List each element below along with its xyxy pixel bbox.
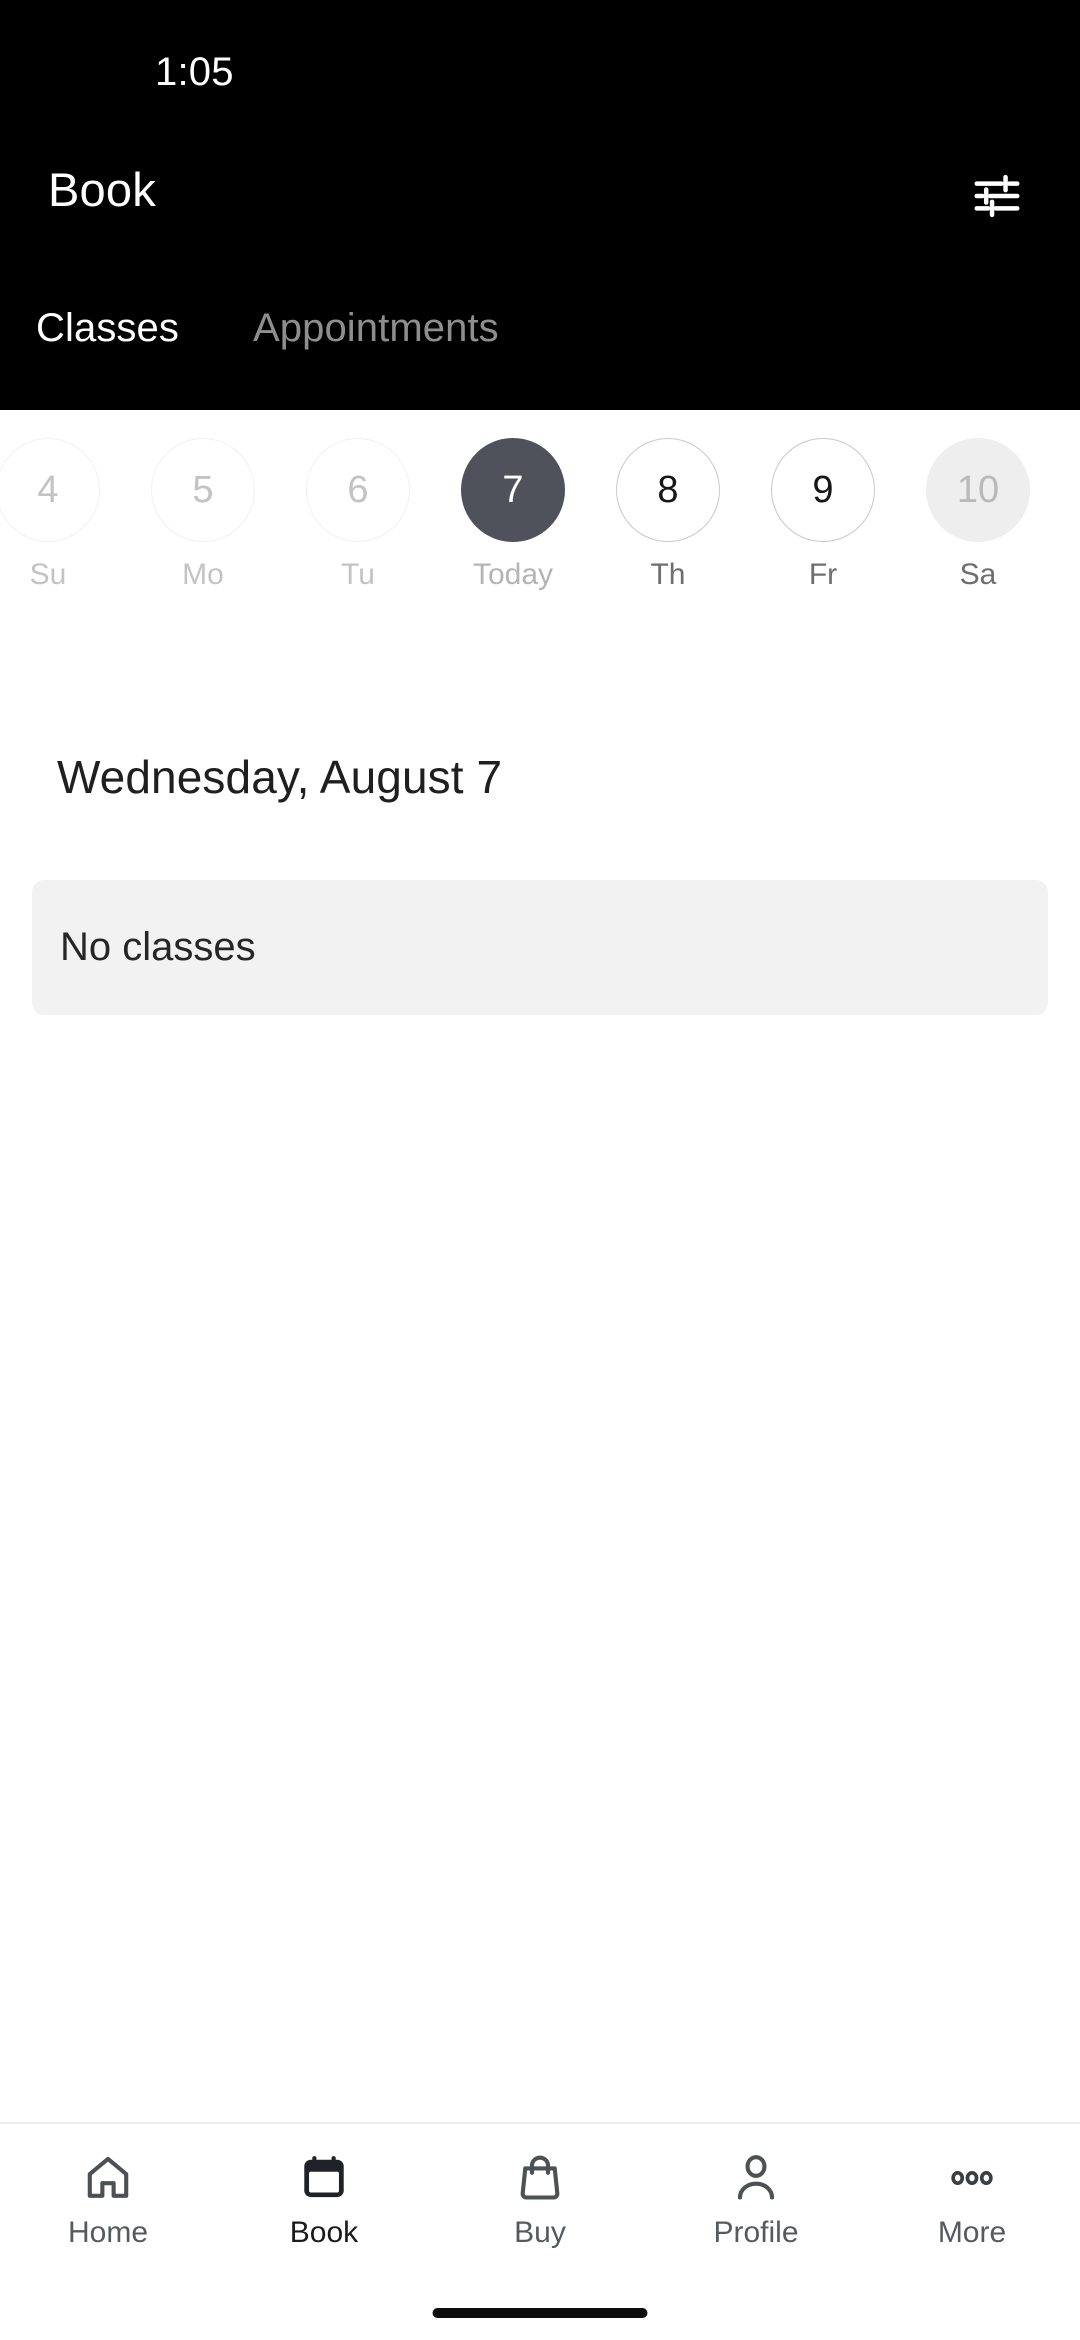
nav-label-profile: Profile <box>713 2216 799 2249</box>
person-icon <box>728 2150 784 2206</box>
date-circle-8: 8 <box>616 438 720 542</box>
date-circle-4: 4 <box>0 438 100 542</box>
nav-label-home: Home <box>67 2216 149 2249</box>
nav-item-home[interactable]: Home <box>0 2124 216 2284</box>
home-indicator <box>432 2308 648 2318</box>
date-selector-strip[interactable]: 4 Su 5 Mo 6 Tu 7 Today 8 Th 9 Fr 10 Sa <box>0 410 1080 650</box>
date-number-9: 9 <box>812 468 834 511</box>
calendar-icon <box>296 2150 352 2206</box>
date-cell-8[interactable]: 8 Th <box>590 438 746 592</box>
date-cell-4[interactable]: 4 Su <box>0 438 126 592</box>
date-circle-5: 5 <box>151 438 255 542</box>
tab-appointments[interactable]: Appointments <box>253 300 499 356</box>
sliders-filter-icon <box>970 169 1024 223</box>
date-circle-10: 10 <box>926 438 1030 542</box>
date-circle-today: 7 <box>461 438 565 542</box>
date-number-10: 10 <box>956 468 1000 511</box>
app-header: 1:05 Book Classes Appointments <box>0 0 1080 410</box>
date-label-today: Today <box>472 558 554 591</box>
date-label-5: Mo <box>182 558 224 591</box>
header-title-row: Book <box>0 150 1080 260</box>
tab-appointments-label: Appointments <box>252 306 499 350</box>
date-label-8: Th <box>650 558 686 591</box>
nav-item-book[interactable]: Book <box>216 2124 432 2284</box>
tab-classes[interactable]: Classes <box>36 300 179 356</box>
home-icon <box>80 2150 136 2206</box>
status-bar: 1:05 <box>0 0 1080 120</box>
nav-item-more[interactable]: More <box>864 2124 1080 2284</box>
tab-classes-label: Classes <box>36 306 179 350</box>
selected-date-heading: Wednesday, August 7 <box>57 751 503 803</box>
date-cell-9[interactable]: 9 Fr <box>745 438 901 592</box>
bottom-navigation-bar: Home Book Buy Profile More <box>0 2122 1080 2340</box>
three-dots-icon <box>944 2150 1000 2206</box>
date-label-6: Tu <box>341 558 375 591</box>
date-label-4: Su <box>29 558 67 591</box>
filter-button[interactable] <box>954 156 1040 236</box>
date-number-6: 6 <box>347 468 369 511</box>
date-circle-6: 6 <box>306 438 410 542</box>
date-number-today: 7 <box>502 468 524 511</box>
date-cell-10[interactable]: 10 Sa <box>900 438 1056 592</box>
page-title: Book <box>48 163 156 216</box>
date-number-8: 8 <box>657 468 679 511</box>
date-number-4: 4 <box>37 468 59 511</box>
nav-item-buy[interactable]: Buy <box>432 2124 648 2284</box>
app-screen: 1:05 Book Classes Appointments 4 Su 5 Mo… <box>0 0 1080 2340</box>
shopping-bag-icon <box>512 2150 568 2206</box>
no-classes-text: No classes <box>60 925 256 969</box>
date-cell-6[interactable]: 6 Tu <box>280 438 436 592</box>
date-cell-today[interactable]: 7 Today <box>435 438 591 592</box>
date-label-10: Sa <box>959 558 997 591</box>
nav-label-buy: Buy <box>514 2216 566 2249</box>
date-number-5: 5 <box>192 468 214 511</box>
date-label-9: Fr <box>808 558 838 591</box>
nav-item-profile[interactable]: Profile <box>648 2124 864 2284</box>
nav-label-more: More <box>937 2216 1007 2249</box>
header-tabs: Classes Appointments <box>0 300 1080 410</box>
date-circle-9: 9 <box>771 438 875 542</box>
nav-label-book: Book <box>289 2216 359 2249</box>
date-cell-5[interactable]: 5 Mo <box>125 438 281 592</box>
status-bar-clock: 1:05 <box>155 50 234 94</box>
no-classes-card: No classes <box>32 880 1048 1015</box>
